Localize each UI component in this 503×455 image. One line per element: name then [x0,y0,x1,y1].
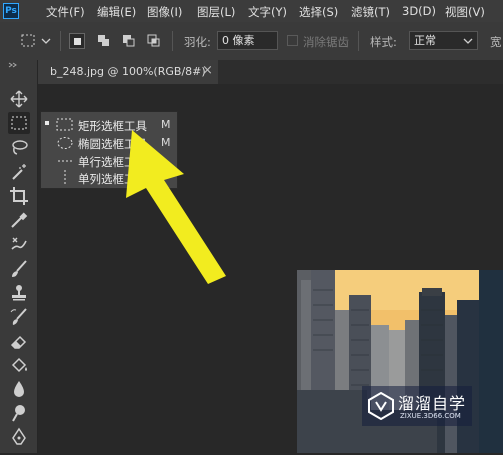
menu-edit[interactable]: 编辑(E) [97,4,136,20]
intersect-selection-button[interactable] [146,33,162,49]
antialias-label: 消除锯齿 [303,35,349,49]
watermark-url: ZIXUE.3D66.COM [400,412,461,420]
menu-3d[interactable]: 3D(D) [402,4,436,18]
magic-wand-icon [12,164,26,180]
history-brush-icon [10,308,27,325]
single-row-marquee-icon [58,160,72,162]
photoshop-logo-icon: Ps [3,3,19,19]
eraser-tool[interactable] [8,330,30,352]
move-icon [10,90,28,108]
healing-brush-icon [11,237,27,250]
style-select[interactable]: 正常 [409,31,478,50]
add-to-selection-button[interactable] [96,33,112,49]
dodge-icon [12,405,25,422]
watermark-name: 溜溜自学 [398,394,467,413]
watermark: 溜溜自学 ZIXUE.3D66.COM [362,386,472,426]
paint-bucket-tool[interactable] [8,354,30,376]
feather-input[interactable]: 0 像素 [217,31,278,50]
eyedropper-icon [11,212,28,228]
blur-tool[interactable] [8,378,30,400]
new-selection-button[interactable] [69,33,85,49]
menu-bar: Ps 文件(F) 编辑(E) 图像(I) 图层(L) 文字(Y) 选择(S) 滤… [0,0,503,22]
menu-file[interactable]: 文件(F) [46,4,85,20]
new-selection-icon [74,38,81,45]
brush-icon [12,260,27,277]
divider [358,31,359,51]
menu-view[interactable]: 视图(V) [445,4,485,20]
eraser-icon [10,335,27,349]
add-selection-icon [98,35,109,46]
rectangular-marquee-tool[interactable] [8,112,30,134]
feather-label: 羽化: [184,35,211,49]
dodge-tool[interactable] [8,402,30,424]
rectangular-marquee-icon [21,34,51,47]
pen-tool[interactable] [8,426,30,448]
single-column-marquee-icon [64,170,66,184]
width-label: 宽 [490,35,502,49]
menu-select[interactable]: 选择(S) [299,4,338,20]
lasso-icon [12,140,28,155]
rectangular-marquee-icon [56,118,73,131]
options-bar: 羽化: 0 像素 消除锯齿 样式: 正常 宽 [0,22,503,61]
clone-stamp-tool[interactable] [8,282,30,304]
active-indicator [45,121,49,125]
document-tab-title: b_248.jpg @ 100%(RGB/8#) [50,65,206,78]
style-select-value: 正常 [414,34,436,47]
menu-type[interactable]: 文字(Y) [248,4,287,20]
eyedropper-tool[interactable] [8,209,30,231]
close-tab-button[interactable]: × [202,63,213,78]
divider [60,31,61,51]
pen-icon [12,427,26,445]
rectangular-marquee-icon [11,116,27,130]
subtract-selection-icon [123,35,135,47]
magic-wand-tool[interactable] [8,161,30,183]
paint-bucket-icon [11,357,27,373]
tools-panel [0,60,38,453]
blur-drop-icon [14,381,24,397]
style-label: 样式: [370,35,397,49]
menu-filter[interactable]: 滤镜(T) [351,4,390,20]
elliptical-marquee-icon [57,137,73,149]
move-tool[interactable] [8,88,30,110]
document-tab[interactable]: b_248.jpg @ 100%(RGB/8#) × [38,60,218,84]
divider [172,31,173,51]
stamp-icon [12,285,26,301]
history-brush-tool[interactable] [8,306,30,328]
lasso-tool[interactable] [8,137,30,159]
healing-brush-tool[interactable] [8,233,30,255]
menu-image[interactable]: 图像(I) [147,4,182,20]
crop-tool[interactable] [8,185,30,207]
brush-tool[interactable] [8,258,30,280]
tool-preset-picker[interactable] [20,32,54,50]
collapse-panel-icon[interactable] [8,62,20,68]
intersect-selection-icon [147,34,160,47]
menu-layer[interactable]: 图层(L) [197,4,235,20]
crop-icon [10,187,28,205]
antialias-checkbox[interactable] [287,35,298,46]
yellow-pointer-arrow-icon [126,130,226,284]
chevron-down-icon [463,38,473,44]
subtract-from-selection-button[interactable] [121,33,137,49]
watermark-logo-icon [368,392,394,420]
